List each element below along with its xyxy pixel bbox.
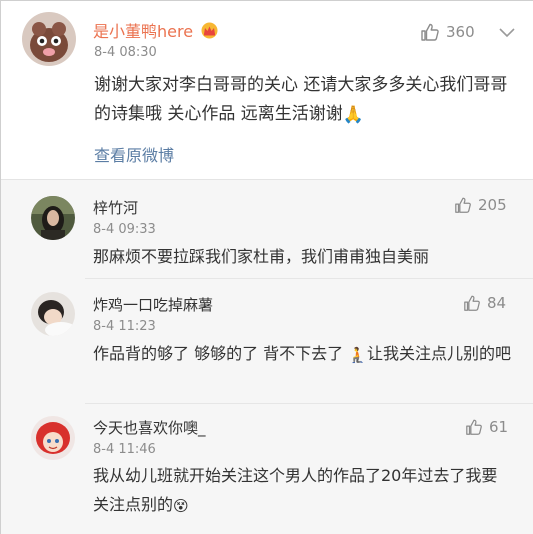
username-text[interactable]: 是小董鸭here	[93, 22, 193, 41]
comment-time: 8-4 08:30	[94, 45, 157, 60]
pray-emoji: 🙏	[342, 105, 364, 125]
username[interactable]: 是小董鸭here	[93, 18, 219, 43]
weibo-comment-panel: 是小董鸭here 8-4 08:30 360 谢谢大家对李白哥哥的关心 还请大家…	[0, 0, 533, 534]
like-button[interactable]: 205	[454, 196, 507, 214]
thumbs-up-icon	[466, 419, 482, 435]
like-count: 61	[489, 418, 509, 436]
avatar[interactable]	[31, 416, 75, 460]
crown-icon	[200, 22, 219, 43]
comment-time: 8-4 11:23	[93, 319, 156, 334]
thumbs-up-icon	[464, 295, 480, 311]
view-original-link[interactable]: 查看原微博	[94, 142, 174, 166]
main-comment: 是小董鸭here 8-4 08:30 360 谢谢大家对李白哥哥的关心 还请大家…	[1, 1, 533, 179]
comment-time: 8-4 11:46	[93, 442, 156, 457]
thumbs-up-icon	[421, 23, 439, 41]
like-button[interactable]: 360	[420, 22, 475, 42]
chevron-down-icon[interactable]	[496, 26, 518, 40]
comment-time: 8-4 09:33	[93, 222, 156, 237]
comment-body: 谢谢大家对李白哥哥的关心 还请大家多多关心我们哥哥的诗集哦 关心作品 远离生活谢…	[94, 75, 508, 124]
thumbs-up-icon	[455, 197, 471, 213]
divider	[85, 403, 533, 404]
comment-text: 那麻烦不要拉踩我们家杜甫，我们甫甫独自美丽	[93, 247, 430, 266]
avatar[interactable]	[22, 12, 76, 66]
like-count: 360	[446, 23, 475, 41]
replies-list: 梓竹河 8-4 09:33 205 那麻烦不要拉踩我们家杜甫，我们甫甫独自美丽	[1, 179, 533, 534]
comment-text: 我从幼儿班就开始关注这个男人的作品了20年过去了我要关注点别的😵	[93, 461, 513, 521]
divider	[85, 278, 533, 279]
comment-text: 作品背的够了 够够的了 背不下去了 🧎让我关注点儿别的吧	[93, 339, 513, 370]
comment-body: 作品背的够了 够够的了 背不下去了	[93, 344, 349, 363]
like-count: 84	[487, 294, 507, 312]
avatar[interactable]	[31, 292, 75, 336]
kneel-emoji: 🧎	[348, 346, 367, 364]
like-count: 205	[478, 196, 507, 214]
like-button[interactable]: 61	[465, 418, 508, 436]
username[interactable]: 今天也喜欢你噢_	[93, 417, 206, 438]
comment-text: 谢谢大家对李白哥哥的关心 还请大家多多关心我们哥哥的诗集哦 关心作品 远离生活谢…	[94, 71, 524, 130]
like-button[interactable]: 84	[463, 294, 506, 312]
username[interactable]: 梓竹河	[93, 197, 138, 218]
comment-body: 我从幼儿班就开始关注这个男人的作品了20年过去了我要关注点别的	[93, 466, 498, 514]
comment-body-end: 让我关注点儿别的吧	[366, 344, 511, 363]
username[interactable]: 炸鸡一口吃掉麻薯	[93, 294, 213, 315]
avatar[interactable]	[31, 196, 75, 240]
dizzy-emoji: 😵	[173, 497, 189, 515]
